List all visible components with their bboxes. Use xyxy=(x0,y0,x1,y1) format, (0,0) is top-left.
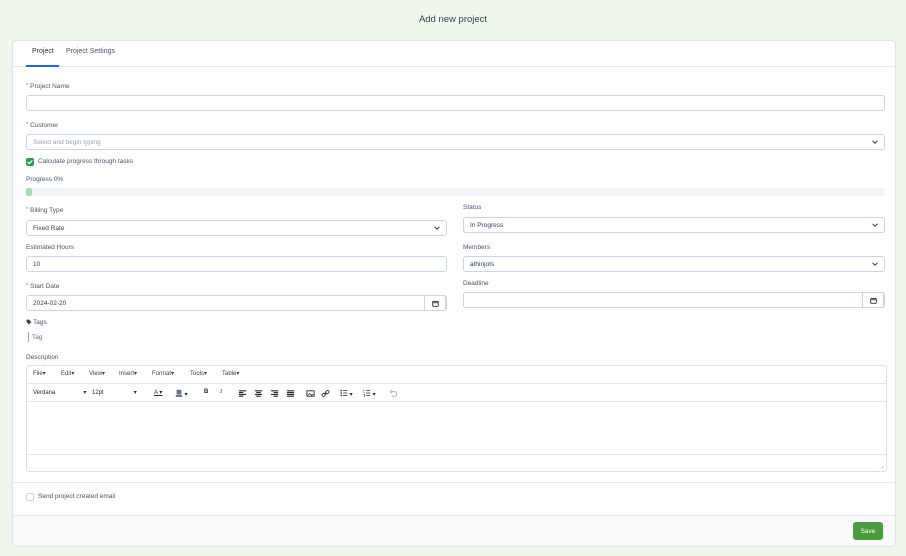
deadline-input[interactable] xyxy=(463,292,885,308)
editor-toolbar: Verdana ▾ 12pt ▾ A ▾ ▾ B I ▾ ▾ xyxy=(27,383,886,402)
font-family-select[interactable]: Verdana ▾ xyxy=(33,389,86,396)
description-editor[interactable]: File▾ Edit▾ View▾ Insert▾ Format▾ Tools▾… xyxy=(26,365,887,472)
start-date-label: * Start Date xyxy=(26,283,60,290)
tab-project[interactable]: Project xyxy=(32,48,54,55)
billing-type-select[interactable]: Fixed Rate xyxy=(26,220,447,236)
editor-statusbar xyxy=(27,454,886,471)
start-date-input[interactable]: 2024-02-20 xyxy=(26,295,447,311)
align-left-icon[interactable] xyxy=(238,389,247,398)
estimated-hours-value: 10 xyxy=(33,260,41,268)
bold-icon[interactable]: B xyxy=(204,389,208,395)
calc-progress-checkbox[interactable] xyxy=(26,158,34,166)
start-date-value: 2024-02-20 xyxy=(33,299,67,307)
menu-view[interactable]: View▾ xyxy=(89,370,105,377)
members-value: athinjots xyxy=(470,260,495,268)
billing-type-label: * Billing Type xyxy=(26,207,64,214)
billing-type-value: Fixed Rate xyxy=(33,224,65,232)
send-email-checkbox[interactable] xyxy=(26,493,34,501)
members-label: Members xyxy=(463,244,491,251)
page-title: Add new project xyxy=(418,14,488,25)
menu-tools[interactable]: Tools▾ xyxy=(190,370,207,377)
image-icon[interactable] xyxy=(306,389,315,398)
customer-placeholder: Select and begin typing xyxy=(33,138,101,146)
calc-progress-label: Calculate progress through tasks xyxy=(38,158,134,165)
save-button[interactable]: Save xyxy=(853,522,883,540)
status-label: Status xyxy=(463,204,482,211)
text-color-icon[interactable]: A ▾ xyxy=(154,389,162,396)
deadline-calendar-button[interactable] xyxy=(862,292,884,308)
start-date-calendar-button[interactable] xyxy=(424,295,446,311)
numbered-list-icon[interactable]: ▾ xyxy=(363,389,376,398)
customer-label: * Customer xyxy=(26,122,59,129)
menu-file[interactable]: File▾ xyxy=(33,370,46,377)
project-form-card: Project Project Settings * Project Name *… xyxy=(12,40,896,547)
send-email-label: Send project created email xyxy=(38,493,116,500)
status-value: In Progress xyxy=(470,221,504,229)
project-name-label: * Project Name xyxy=(26,83,70,90)
menu-table[interactable]: Table▾ xyxy=(222,370,239,377)
tags-input[interactable]: Tag xyxy=(32,334,42,341)
tags-label-text: Tags xyxy=(33,319,47,326)
status-select[interactable]: In Progress xyxy=(463,217,885,233)
menu-format[interactable]: Format▾ xyxy=(152,370,174,377)
chevron-down-icon xyxy=(434,226,440,230)
editor-menubar: File▾ Edit▾ View▾ Insert▾ Format▾ Tools▾… xyxy=(27,366,886,382)
tag-icon xyxy=(26,319,32,325)
align-right-icon[interactable] xyxy=(270,389,279,398)
progress-slider[interactable] xyxy=(26,188,885,196)
progress-fill xyxy=(26,188,32,196)
start-date-label-text: Start Date xyxy=(30,283,60,290)
members-select[interactable]: athinjots xyxy=(463,256,885,272)
highlight-icon[interactable]: ▾ xyxy=(175,389,188,398)
align-justify-icon[interactable] xyxy=(286,389,295,398)
customer-select[interactable]: Select and begin typing xyxy=(26,134,885,150)
italic-icon[interactable]: I xyxy=(220,389,222,395)
checkmark-icon xyxy=(27,159,33,165)
menu-insert[interactable]: Insert▾ xyxy=(119,370,137,377)
calendar-icon xyxy=(431,300,439,307)
align-center-icon[interactable] xyxy=(254,389,263,398)
description-label: Description xyxy=(26,354,59,361)
deadline-label: Deadline xyxy=(463,280,489,287)
bullet-list-icon[interactable]: ▾ xyxy=(340,389,353,398)
tags-cursor xyxy=(28,332,29,342)
project-name-label-text: Project Name xyxy=(30,83,70,90)
project-name-input[interactable] xyxy=(26,95,885,111)
estimated-hours-label: Estimated Hours xyxy=(26,244,75,251)
divider xyxy=(13,482,895,483)
font-size-select[interactable]: 12pt ▾ xyxy=(92,389,137,396)
tab-bar: Project Project Settings xyxy=(13,41,895,67)
customer-label-text: Customer xyxy=(30,122,59,129)
estimated-hours-input[interactable]: 10 xyxy=(26,256,447,272)
progress-label: Progress 0% xyxy=(26,176,64,183)
link-icon[interactable] xyxy=(321,389,330,398)
form-footer: Save xyxy=(13,515,895,546)
tags-label: Tags xyxy=(26,319,47,326)
undo-icon[interactable] xyxy=(389,389,398,398)
chevron-down-icon xyxy=(872,140,878,144)
calendar-icon xyxy=(869,297,877,304)
menu-edit[interactable]: Edit▾ xyxy=(61,370,74,377)
chevron-down-icon xyxy=(872,223,878,227)
chevron-down-icon xyxy=(872,262,878,266)
resize-handle-icon[interactable] xyxy=(879,464,884,469)
billing-type-label-text: Billing Type xyxy=(30,207,64,214)
tab-project-settings[interactable]: Project Settings xyxy=(66,48,115,55)
active-tab-indicator xyxy=(26,65,59,67)
